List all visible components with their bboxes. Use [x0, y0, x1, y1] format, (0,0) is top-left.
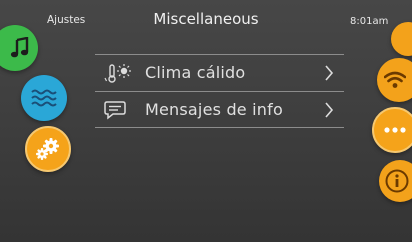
clock-time: 8:01am	[350, 16, 389, 27]
more-button[interactable]	[372, 107, 412, 153]
info-button[interactable]	[379, 160, 412, 202]
message-icon	[104, 101, 126, 120]
menu-item-clima-calido[interactable]: Clima cálido	[95, 54, 344, 91]
chevron-right-icon	[325, 102, 334, 118]
top-bar: Ajustes Miscellaneous 8:01am	[0, 0, 412, 40]
thermometer-sun-icon	[104, 64, 131, 83]
gears-icon	[36, 138, 59, 160]
wifi-icon	[384, 71, 407, 88]
wifi-button[interactable]	[377, 58, 412, 102]
water-button[interactable]	[21, 75, 67, 121]
water-waves-icon	[31, 89, 57, 107]
menu-item-label: Mensajes de info	[145, 100, 283, 119]
spa-control-screen: Ajustes Miscellaneous 8:01am Clima cálid…	[0, 0, 412, 242]
menu-item-mensajes-info[interactable]: Mensajes de info	[95, 91, 344, 128]
settings-menu: Clima cálido Mensajes de info	[95, 54, 344, 128]
music-note-icon	[10, 37, 28, 58]
top-right-tab[interactable]	[391, 22, 412, 56]
settings-button[interactable]	[25, 126, 71, 172]
chevron-right-icon	[325, 65, 334, 81]
more-dots-icon	[384, 127, 406, 133]
menu-item-label: Clima cálido	[145, 63, 246, 82]
info-icon	[385, 169, 409, 193]
music-button[interactable]	[0, 25, 38, 71]
